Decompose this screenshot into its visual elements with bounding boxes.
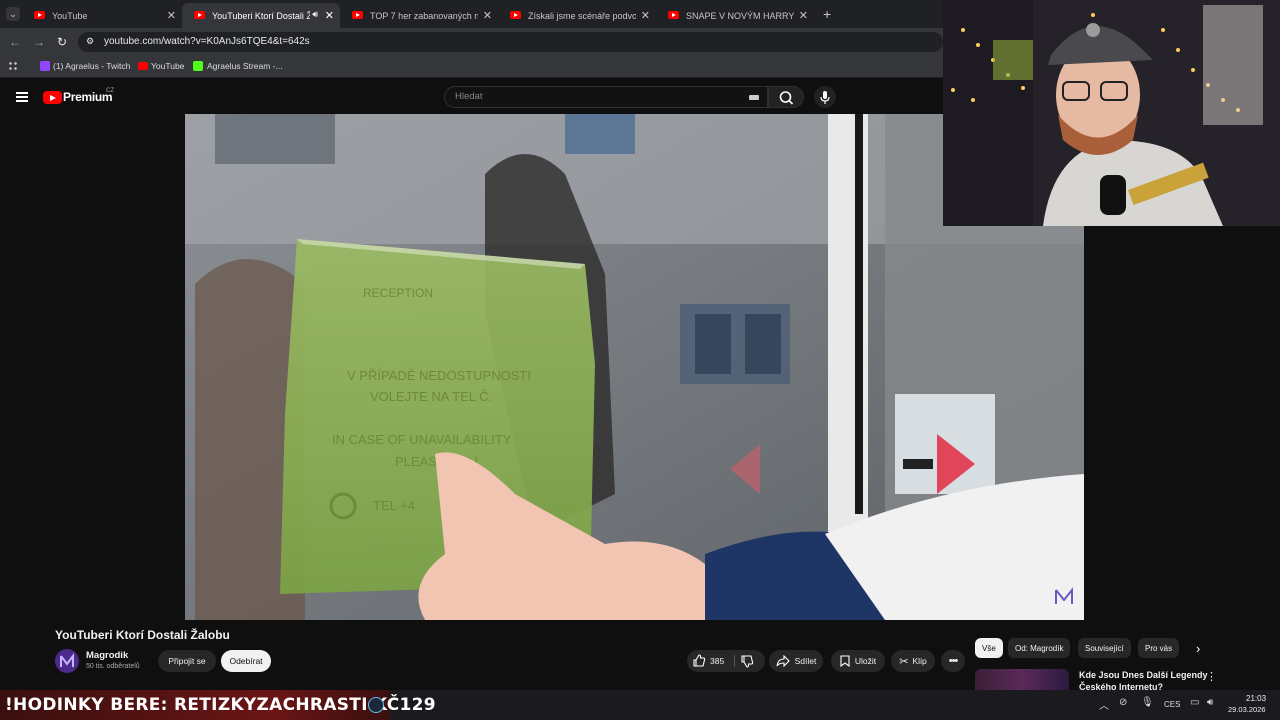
subscribe-button[interactable]: Odebírat bbox=[221, 650, 271, 672]
search-button[interactable] bbox=[768, 86, 804, 108]
mic-tray-icon[interactable]: 🎙︎ bbox=[1141, 697, 1154, 708]
display-icon[interactable]: ▭ bbox=[1190, 697, 1199, 708]
youtube-premium-label[interactable]: Premium bbox=[63, 90, 113, 104]
apps-grid-icon[interactable] bbox=[8, 61, 18, 71]
youtube-logo-icon[interactable] bbox=[43, 91, 62, 104]
save-button[interactable]: Uložit bbox=[831, 650, 885, 672]
search-icon bbox=[779, 91, 794, 105]
join-button[interactable]: Připojit se bbox=[158, 650, 216, 672]
sign-text: V PŘÍPADĚ NEDOSTUPNOSTI bbox=[347, 368, 531, 383]
scissors-icon: ✂ bbox=[899, 655, 909, 668]
steam-icon[interactable] bbox=[368, 697, 384, 713]
twitch-icon bbox=[40, 61, 50, 71]
subscribe-label: Odebírat bbox=[229, 656, 263, 666]
youtube-icon bbox=[138, 62, 148, 70]
more-dots-icon: ••• bbox=[948, 655, 959, 667]
thumbs-up-icon bbox=[693, 654, 706, 667]
sign-text: VOLEJTE NA TEL Č. bbox=[370, 389, 492, 404]
tab-snape-harry-potter[interactable]: SNAPE V NOVÝM HARRY POTTEROVI ✕ bbox=[656, 3, 814, 28]
tray-chevron-up-icon[interactable]: ︿ bbox=[1099, 697, 1109, 712]
forward-arrow-icon[interactable]: → bbox=[33, 35, 45, 49]
keyboard-icon[interactable] bbox=[749, 95, 759, 100]
search-placeholder: Hledat bbox=[455, 91, 483, 102]
recommended-title-line1[interactable]: Kde Jsou Dnes Další Legendy bbox=[1079, 670, 1208, 680]
close-icon[interactable]: ✕ bbox=[483, 9, 492, 22]
sign-text: IN CASE OF UNAVAILABILITY bbox=[332, 432, 512, 447]
streamer-webcam bbox=[943, 0, 1280, 226]
webcam-frame bbox=[943, 0, 1280, 226]
bookmark-twitch[interactable]: (1) Agraelus - Twitch bbox=[53, 61, 130, 71]
share-button[interactable]: Sdílet bbox=[769, 650, 823, 672]
magrodik-logo-icon bbox=[60, 653, 74, 667]
url-text[interactable]: youtube.com/watch?v=K0AnJs6TQE4&t=642s bbox=[104, 36, 310, 47]
youtube-favicon-icon bbox=[352, 11, 363, 19]
recommended-thumbnail[interactable] bbox=[975, 669, 1069, 691]
video-title: YouTuberi Ktorí Dostali Žalobu bbox=[55, 628, 230, 642]
save-label: Uložit bbox=[854, 656, 877, 666]
tab-search-icon[interactable]: ⌄ bbox=[6, 7, 20, 21]
close-icon[interactable]: ✕ bbox=[799, 9, 808, 22]
voice-search-button[interactable] bbox=[814, 86, 836, 108]
youtube-favicon-icon bbox=[34, 11, 45, 19]
bookmark-icon bbox=[840, 655, 850, 667]
clip-button[interactable]: ✂ Klip bbox=[891, 650, 935, 672]
new-tab-plus-icon[interactable]: + bbox=[823, 6, 831, 22]
tab-top7-steam[interactable]: TOP 7 her zabanovaných na Steamu ✕ bbox=[340, 3, 498, 28]
more-actions-button[interactable]: ••• bbox=[941, 650, 965, 672]
thumbs-down-icon bbox=[741, 655, 754, 668]
microphone-icon bbox=[820, 91, 830, 104]
kebab-menu-icon[interactable]: ⋮ bbox=[1206, 670, 1217, 683]
dislike-button[interactable] bbox=[740, 654, 756, 670]
like-button[interactable]: 385 bbox=[690, 653, 732, 669]
chip-for-you[interactable]: Pro vás bbox=[1138, 638, 1180, 658]
join-label: Připojit se bbox=[168, 656, 206, 666]
share-icon bbox=[776, 655, 790, 667]
youtube-favicon-icon bbox=[194, 11, 205, 19]
subscriber-count: 50 tis. odběratelů bbox=[86, 663, 140, 670]
clock-time[interactable]: 21:03 bbox=[1246, 694, 1266, 703]
close-icon[interactable]: ✕ bbox=[325, 9, 334, 22]
bookmark-youtube[interactable]: YouTube bbox=[151, 61, 184, 71]
region-code: CZ bbox=[106, 88, 114, 94]
site-info-icon[interactable]: ⚙ bbox=[86, 36, 94, 47]
search-input[interactable] bbox=[444, 86, 768, 108]
chip-related[interactable]: Související bbox=[1078, 638, 1131, 658]
clip-label: Klip bbox=[912, 656, 927, 666]
close-icon[interactable]: ✕ bbox=[167, 9, 176, 22]
bookmark-agraelus-stream[interactable]: Agraelus Stream -... bbox=[207, 61, 283, 71]
chip-from-channel[interactable]: Od: Magrodík bbox=[1008, 638, 1071, 658]
kick-icon bbox=[193, 61, 203, 71]
input-language[interactable]: CES bbox=[1164, 700, 1180, 709]
network-icon[interactable]: ⊘ bbox=[1119, 697, 1127, 708]
chip-all[interactable]: Vše bbox=[975, 638, 1003, 658]
youtube-favicon-icon bbox=[510, 11, 521, 19]
tab-current-video[interactable]: YouTuberi Ktorí Dostali Žalobu 🔊︎ ✕ bbox=[182, 3, 340, 28]
reload-icon[interactable]: ↻ bbox=[57, 35, 67, 49]
like-count: 385 bbox=[710, 656, 725, 666]
speaker-icon[interactable]: 🔊︎ bbox=[312, 9, 318, 20]
share-label: Sdílet bbox=[794, 656, 817, 666]
volume-icon[interactable]: 🔊︎ bbox=[1207, 697, 1213, 708]
channel-name[interactable]: Magrodik bbox=[86, 650, 128, 661]
sign-text: RECEPTION bbox=[363, 286, 433, 300]
sign-text: TEL +4 bbox=[373, 498, 415, 513]
tab-youtube-home[interactable]: YouTube ✕ bbox=[22, 3, 182, 28]
channel-avatar[interactable] bbox=[55, 649, 79, 673]
tab-scam-scripts[interactable]: Získali jsme scénáře podvodníků ✕ bbox=[498, 3, 656, 28]
back-arrow-icon[interactable]: ← bbox=[9, 35, 21, 49]
clock-date[interactable]: 29.03.2026 bbox=[1228, 705, 1266, 714]
channel-watermark-icon[interactable] bbox=[1054, 586, 1074, 606]
chevron-right-icon[interactable]: › bbox=[1196, 641, 1200, 656]
hamburger-menu-icon[interactable] bbox=[16, 92, 28, 102]
close-icon[interactable]: ✕ bbox=[641, 9, 650, 22]
browser-tab-bar: ⌄ YouTube ✕ YouTuberi Ktorí Dostali Žalo… bbox=[0, 0, 943, 28]
youtube-favicon-icon bbox=[668, 11, 679, 19]
like-divider bbox=[734, 655, 735, 667]
